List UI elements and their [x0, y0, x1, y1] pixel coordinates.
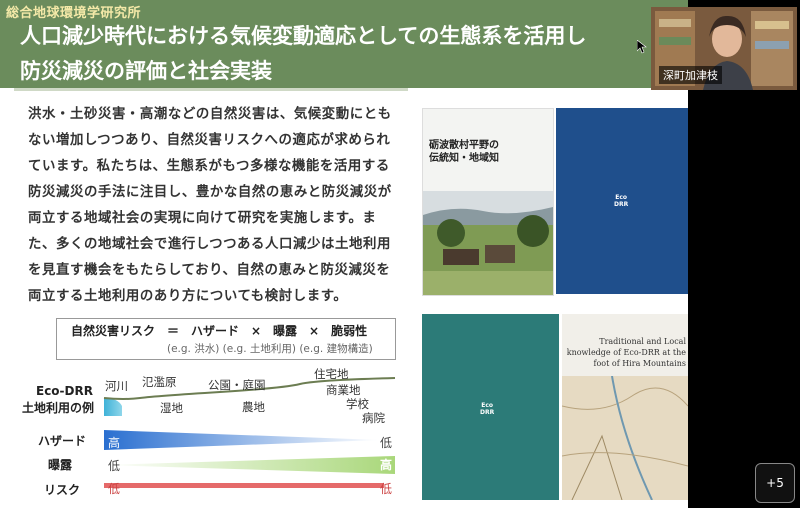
body-line: ています。私たちは、生態系がもつ多様な機能を活用する: [28, 159, 390, 174]
book-cover-ecodrr-blue: Eco DRR: [556, 108, 688, 294]
risk-formula: 自然災害リスク ＝ ハザード × 曝露 × 脆弱性: [71, 324, 368, 338]
book-title: Traditional and Local knowledge of Eco-D…: [566, 337, 686, 368]
ecodrr-logo: Eco DRR: [614, 194, 628, 208]
presentation-slide: 総合地球環境学研究所 人口減少時代における気候変動適応としての生態系を活用し 防…: [0, 0, 688, 508]
exposure-label: 曝露: [48, 458, 73, 472]
hazard-low-label: 低: [380, 436, 393, 450]
ecodrr-logo-text: Eco: [615, 194, 627, 201]
landuse-label: 公園・庭園: [208, 378, 266, 392]
book-title-line: 砺波散村平野の: [429, 140, 499, 151]
book-title: 砺波散村平野の 伝統知・地域知: [429, 139, 499, 165]
risk-bar: [104, 483, 384, 488]
landuse-label: 河川: [105, 379, 128, 393]
book-cover-ecodrr-teal: Eco DRR: [422, 314, 559, 500]
risk-low-label-left: 低: [108, 482, 121, 496]
slide-body-text: 洪水・土砂災害・高潮などの自然災害は、気候変動にとも ない増加しつつあり、自然災…: [28, 102, 418, 310]
river-shape: [104, 398, 122, 416]
risk-formula-box: 自然災害リスク ＝ ハザード × 曝露 × 脆弱性 (e.g. 洪水) (e.g…: [56, 318, 396, 360]
body-line: ない増加しつつあり、自然災害リスクへの適応が求められ: [28, 133, 391, 148]
landuse-label: 住宅地: [314, 367, 349, 381]
body-line: 防災減災の手法に注目し、豊かな自然の恵みと防災減災が: [28, 185, 392, 200]
participant-video-tile[interactable]: 深町加津枝: [651, 7, 797, 90]
exposure-bar: [104, 456, 395, 474]
header-divider: [14, 88, 408, 91]
landuse-label: 病院: [362, 411, 385, 425]
more-participants-button[interactable]: +5: [755, 463, 795, 503]
slide-title-line-2: 防災減災の評価と社会実装: [20, 59, 272, 83]
slide-header: 総合地球環境学研究所 人口減少時代における気候変動適応としての生態系を活用し 防…: [0, 0, 688, 88]
body-line: た、多くの地域社会で進行しつつある人口減少は土地利用: [28, 237, 391, 252]
exposure-high-label: 高: [380, 458, 393, 472]
old-map-image: [562, 376, 688, 500]
hazard-label: ハザード: [38, 434, 87, 448]
risk-formula-examples: (e.g. 洪水) (e.g. 土地利用) (e.g. 建物構造): [167, 343, 373, 355]
ecodrr-logo-text: DRR: [614, 201, 629, 208]
hazard-high-label: 高: [108, 436, 121, 450]
body-line: 両立する土地利用のあり方についても検討します。: [28, 289, 348, 304]
hazard-bar: [104, 430, 380, 450]
landuse-label: 氾濫原: [142, 375, 177, 389]
village-photo: [423, 191, 553, 295]
slide-title-line-1: 人口減少時代における気候変動適応としての生態系を活用し: [20, 24, 587, 48]
book-title-line: 伝統知・地域知: [429, 153, 499, 164]
body-line: 洪水・土砂災害・高潮などの自然災害は、気候変動にとも: [28, 107, 392, 122]
participant-name: 深町加津枝: [659, 66, 722, 84]
ecodrr-logo: Eco DRR: [480, 402, 494, 416]
organization-name: 総合地球環境学研究所: [6, 6, 142, 21]
body-line: を見直す機会をもたらしており、自然の恵みと防災減災を: [28, 263, 391, 278]
book-cover-tonami: 砺波散村平野の 伝統知・地域知: [422, 108, 554, 296]
risk-low-label-right: 低: [380, 482, 393, 496]
book-cover-hira: Traditional and Local knowledge of Eco-D…: [562, 314, 688, 500]
landuse-label: 湿地: [160, 401, 183, 415]
mouse-cursor-icon: [637, 40, 647, 54]
body-line: 両立する地域社会の実現に向けて研究を実施します。ま: [28, 211, 377, 226]
ecodrr-logo-text: Eco: [481, 402, 493, 409]
risk-label: リスク: [44, 483, 81, 497]
ecodrr-logo-text: DRR: [480, 409, 495, 416]
landuse-label: 農地: [242, 400, 265, 414]
exposure-low-label: 低: [108, 459, 121, 473]
